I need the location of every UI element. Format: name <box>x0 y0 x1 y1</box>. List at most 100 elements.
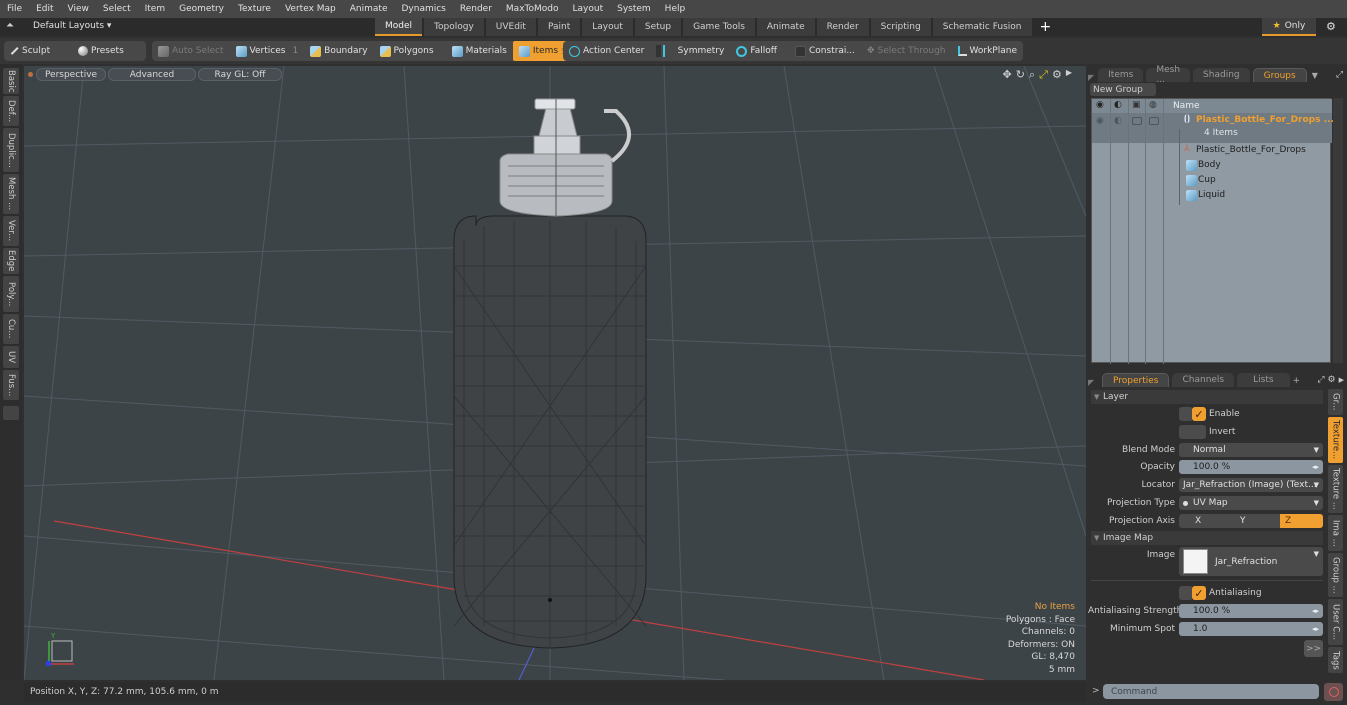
tab-lists[interactable]: Lists <box>1237 373 1290 387</box>
rotate-view-icon[interactable]: ↻ <box>1016 68 1025 82</box>
menu-file[interactable]: File <box>0 4 29 14</box>
vtab-deform[interactable]: Def... <box>3 96 19 126</box>
menu-dynamics[interactable]: Dynamics <box>394 4 452 14</box>
constraints-button[interactable]: Constrai... <box>789 41 861 61</box>
groups-scrollbar[interactable] <box>1333 98 1343 363</box>
tab-animate[interactable]: Animate <box>756 18 815 36</box>
tab-shading[interactable]: Shading <box>1193 68 1250 82</box>
side-tab-user-channels[interactable]: User C... <box>1328 599 1343 645</box>
tab-schematic-fusion[interactable]: Schematic Fusion <box>932 18 1032 36</box>
slider-arrows-icon[interactable]: ◂▸ <box>1312 463 1319 471</box>
menu-animate[interactable]: Animate <box>343 4 395 14</box>
tab-layout[interactable]: Layout <box>582 18 633 36</box>
tab-scripting[interactable]: Scripting <box>870 18 931 36</box>
enable-checkbox[interactable]: ✓ <box>1192 407 1206 421</box>
viewport-more-icon[interactable]: ▶ <box>1066 68 1072 82</box>
menu-help[interactable]: Help <box>658 4 693 14</box>
render-toggle-icon[interactable]: ◐ <box>1114 116 1122 126</box>
menu-system[interactable]: System <box>610 4 658 14</box>
vtab-basic[interactable]: Basic <box>3 68 19 94</box>
add-tab-button[interactable]: + <box>1034 18 1058 36</box>
blend-mode-select[interactable]: Normal ▼ <box>1179 443 1323 457</box>
tab-properties[interactable]: Properties <box>1102 373 1170 387</box>
menu-render[interactable]: Render <box>453 4 499 14</box>
select-col-icon[interactable]: ◍ <box>1149 100 1157 110</box>
auto-select-button[interactable]: Auto Select <box>152 41 230 61</box>
vtab-duplicate[interactable]: Duplic... <box>3 128 19 172</box>
vtab-extra[interactable] <box>3 406 19 420</box>
tabs-dropdown-icon[interactable]: ▼ <box>1312 71 1318 80</box>
menu-select[interactable]: Select <box>96 4 138 14</box>
gear-icon[interactable]: ⚙ <box>1326 20 1336 33</box>
antialiasing-toggle-left[interactable] <box>1179 586 1193 600</box>
tree-item-locator[interactable]: ⅄ Plastic_Bottle_For_Drops <box>1184 144 1334 157</box>
tab-game-tools[interactable]: Game Tools <box>683 18 755 36</box>
vtab-curve[interactable]: Cu... <box>3 314 19 344</box>
raygl-button[interactable]: Ray GL: Off <box>198 68 282 81</box>
side-tab-group-2[interactable]: Group ... <box>1328 553 1343 597</box>
panel-settings-icon[interactable]: ⚙ <box>1328 375 1336 385</box>
vtab-fusion[interactable]: Fus... <box>3 370 19 400</box>
tab-groups[interactable]: Groups <box>1252 68 1307 82</box>
side-tab-tags[interactable]: Tags <box>1328 647 1343 673</box>
sculpt-button[interactable]: Sculpt <box>4 41 72 61</box>
presets-button[interactable]: Presets <box>72 41 130 61</box>
select-through-button[interactable]: ✥ Select Through <box>861 41 952 61</box>
aa-strength-input[interactable]: 100.0 % ◂▸ <box>1179 604 1323 618</box>
workplane-button[interactable]: WorkPlane <box>952 41 1023 61</box>
vtab-polygon[interactable]: Poly... <box>3 276 19 312</box>
tree-item-body[interactable]: Body <box>1184 159 1334 172</box>
invert-checkbox[interactable] <box>1179 425 1206 439</box>
vertices-button[interactable]: Vertices 1 <box>230 41 305 61</box>
axis-x-option[interactable]: X <box>1195 516 1201 526</box>
vtab-edge[interactable]: Edge <box>3 248 19 274</box>
expand-panel-icon[interactable]: ⤢ <box>1336 70 1343 80</box>
default-layouts-dropdown[interactable]: Default Layouts ▾ <box>33 21 111 31</box>
group-name[interactable]: Plastic_Bottle_For_Drops ... <box>1196 115 1334 125</box>
tab-render[interactable]: Render <box>816 18 869 36</box>
tab-mesh[interactable]: Mesh ... <box>1146 65 1191 85</box>
render-col-icon[interactable]: ◐ <box>1114 100 1122 110</box>
visibility-col-icon[interactable]: ◉ <box>1096 100 1104 110</box>
image-map-section-header[interactable]: ▼ Image Map <box>1091 531 1323 545</box>
lock-toggle[interactable] <box>1132 117 1142 125</box>
menu-edit[interactable]: Edit <box>29 4 60 14</box>
new-group-button[interactable]: New Group <box>1090 83 1156 96</box>
advanced-button[interactable]: Advanced <box>108 68 196 81</box>
polygons-button[interactable]: Polygons <box>374 41 440 61</box>
tab-channels[interactable]: Channels <box>1172 373 1235 387</box>
antialiasing-checkbox[interactable]: ✓ <box>1192 586 1206 600</box>
locator-select[interactable]: Jar_Refraction (Image) (Text... ▼ <box>1179 478 1323 492</box>
materials-button[interactable]: Materials <box>446 41 513 61</box>
tree-item-liquid[interactable]: Liquid <box>1184 189 1334 202</box>
side-tab-image[interactable]: Ima ... <box>1328 515 1343 551</box>
tab-items[interactable]: Items <box>1098 68 1144 82</box>
slider-arrows-icon[interactable]: ◂▸ <box>1312 625 1319 633</box>
symmetry-button[interactable]: Symmetry <box>650 41 730 61</box>
menu-view[interactable]: View <box>61 4 96 14</box>
collapse-up-icon[interactable]: ⏶ <box>6 20 14 31</box>
side-tab-texture[interactable]: Texture ... <box>1328 465 1343 513</box>
menu-layout[interactable]: Layout <box>566 4 611 14</box>
more-button[interactable]: >> <box>1304 640 1323 657</box>
panel-more-icon[interactable]: ▶ <box>1339 376 1344 384</box>
menu-vertex-map[interactable]: Vertex Map <box>278 4 343 14</box>
enable-toggle-left[interactable] <box>1179 407 1193 421</box>
layer-section-header[interactable]: ▼ Layer <box>1091 390 1323 404</box>
perspective-button[interactable]: Perspective <box>36 68 106 81</box>
maximize-view-icon[interactable]: ⤢ <box>1039 68 1048 82</box>
side-tab-texture-active[interactable]: Texture... <box>1328 417 1343 463</box>
visibility-toggle-icon[interactable]: ◉ <box>1096 116 1104 126</box>
viewport-settings-icon[interactable]: ⚙ <box>1052 68 1062 82</box>
menu-geometry[interactable]: Geometry <box>172 4 231 14</box>
add-tab-button[interactable]: + <box>1293 376 1301 386</box>
axis-y-option[interactable]: Y <box>1240 516 1246 526</box>
viewport-menu-dot[interactable] <box>28 72 33 77</box>
lock-col-icon[interactable]: ▣ <box>1132 100 1141 110</box>
axis-z-option[interactable]: Z <box>1280 514 1323 528</box>
tab-topology[interactable]: Topology <box>424 18 484 36</box>
side-tab-group[interactable]: Gr... <box>1328 389 1343 415</box>
menu-item[interactable]: Item <box>138 4 173 14</box>
3d-viewport[interactable]: Y Perspective Advanced Ray GL: Off ✥ ↻ ⌕… <box>24 66 1086 680</box>
tab-setup[interactable]: Setup <box>634 18 682 36</box>
